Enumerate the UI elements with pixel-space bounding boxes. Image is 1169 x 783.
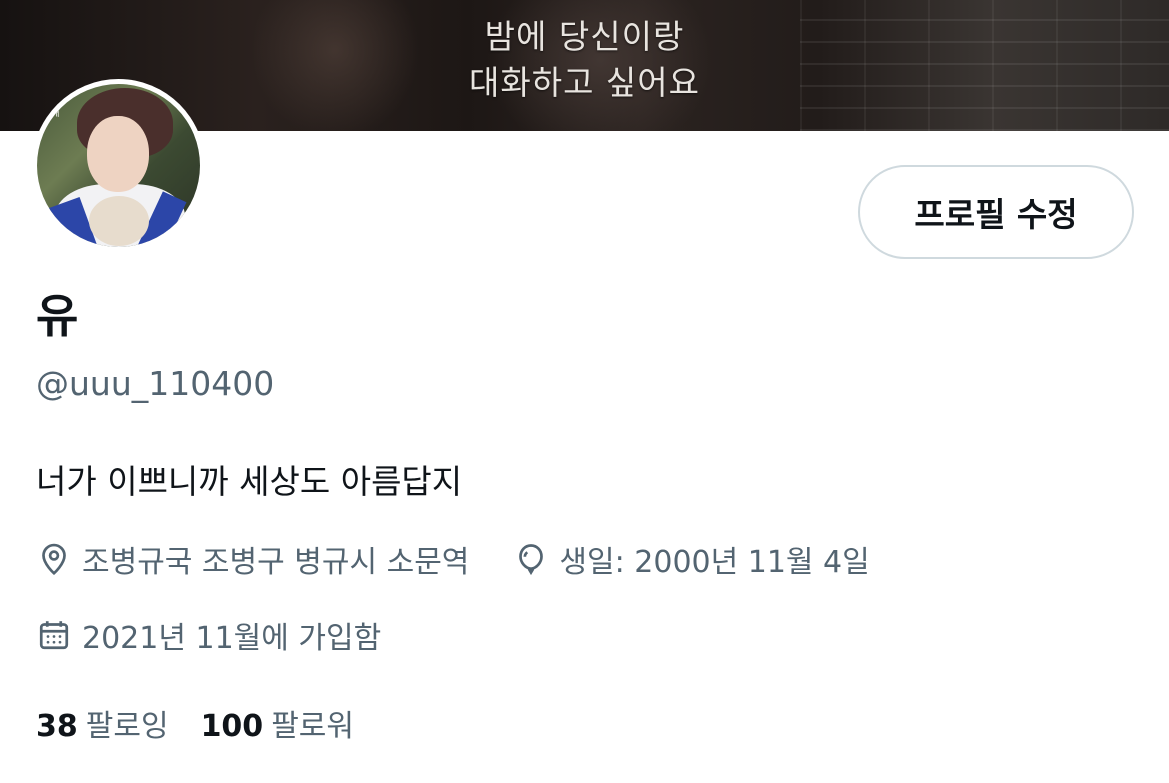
avatar[interactable]: 조해 bbox=[32, 79, 205, 252]
followers-link[interactable]: 100 팔로워 bbox=[201, 701, 354, 745]
avatar-badge: 조해 bbox=[43, 109, 60, 119]
profile-joined-row: 2021년 11월에 가입함 bbox=[36, 613, 425, 657]
following-link[interactable]: 38 팔로잉 bbox=[36, 701, 169, 745]
avatar-face bbox=[87, 116, 149, 192]
birthday-item: 생일: 2000년 11월 4일 bbox=[513, 537, 870, 581]
profile-meta-row: 조병규국 조병구 병규시 소문역 생일: 2000년 11월 4일 bbox=[36, 537, 914, 581]
following-label: 팔로잉 bbox=[85, 709, 169, 744]
calendar-icon bbox=[36, 617, 72, 653]
banner-caption-line-2: 대화하고 싶어요 bbox=[468, 63, 700, 102]
following-count: 38 bbox=[36, 709, 78, 744]
edit-profile-button[interactable]: 프로필 수정 bbox=[858, 165, 1134, 259]
follow-stats: 38 팔로잉 100 팔로워 bbox=[36, 700, 386, 746]
avatar-dog bbox=[89, 196, 149, 246]
profile-page: 밤에 당신이랑 대화하고 싶어요 조해 프로필 수정 유 @uuu_110400… bbox=[0, 0, 1169, 783]
profile-bio: 너가 이쁘니까 세상도 아름답지 bbox=[36, 462, 463, 501]
banner-caption-line-1: 밤에 당신이랑 bbox=[484, 17, 685, 56]
map-pin-icon bbox=[36, 541, 72, 577]
banner-caption: 밤에 당신이랑 대화하고 싶어요 bbox=[0, 14, 1169, 106]
location-item: 조병규국 조병구 병규시 소문역 bbox=[36, 537, 469, 581]
user-handle: @uuu_110400 bbox=[36, 364, 275, 403]
avatar-image: 조해 bbox=[37, 84, 200, 247]
display-name: 유 bbox=[36, 289, 79, 343]
birthday-text: 생일: 2000년 11월 4일 bbox=[559, 545, 870, 580]
location-text: 조병규국 조병구 병규시 소문역 bbox=[82, 545, 470, 580]
joined-text: 2021년 11월에 가입함 bbox=[82, 621, 382, 656]
followers-count: 100 bbox=[200, 709, 264, 744]
joined-item: 2021년 11월에 가입함 bbox=[36, 613, 381, 657]
balloon-icon bbox=[513, 541, 549, 577]
followers-label: 팔로워 bbox=[271, 709, 354, 744]
